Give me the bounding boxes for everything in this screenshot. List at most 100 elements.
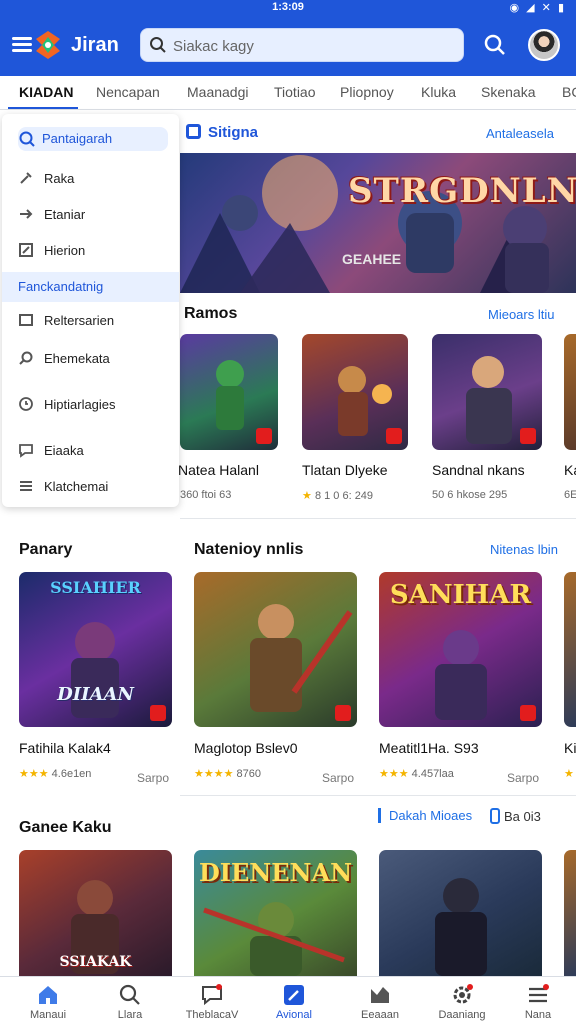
drawer-item-label: Fanckandatnig	[18, 279, 104, 294]
ramos-game-name-1[interactable]: Tlatan Dlyeke	[302, 462, 388, 478]
nav-item-menu[interactable]: Nana	[502, 983, 574, 1021]
game-badge-icon	[520, 428, 536, 444]
tab-7[interactable]: BC	[562, 84, 576, 100]
section-divider	[180, 518, 576, 519]
tab-4[interactable]: Pliopnoy	[340, 84, 394, 100]
ganee-game-card-3[interactable]	[564, 850, 576, 976]
ramos-game-name-3[interactable]: Ka	[564, 462, 576, 478]
rating-star-icon: ★★★	[19, 768, 49, 780]
panary-game-name-0[interactable]: Fatihila Kalak4	[19, 740, 111, 756]
panary-game-label-0: Sarpo	[137, 771, 170, 785]
panary-game-label-1: Sarpo	[322, 771, 355, 785]
message-icon	[19, 444, 33, 458]
category-tabs: KIADAN Nencapan Maanadgi Tiotiao Pliopno…	[0, 76, 576, 110]
nav-label: Manaui	[29, 1009, 67, 1021]
ramos-game-meta-0: 360 ftoi 63	[180, 489, 232, 501]
toggle-icon	[490, 808, 500, 824]
drawer-item-7[interactable]: Eiaaka	[2, 436, 179, 466]
drawer-item-8[interactable]: Klatchemai	[2, 472, 179, 502]
user-avatar[interactable]	[528, 29, 560, 61]
tab-0[interactable]: KIADAN	[19, 84, 73, 100]
panary-see-all-link[interactable]: Nitenas lbin	[490, 542, 558, 557]
panary-game-name-2[interactable]: Meatitl1Ha. S93	[379, 740, 479, 756]
game-badge-icon	[256, 428, 272, 444]
drawer-item-2[interactable]: Hierion	[2, 236, 179, 266]
clock-icon	[19, 397, 33, 411]
search-icon	[119, 984, 140, 1005]
ganee-game-card-2[interactable]	[379, 850, 542, 976]
panary-game-name-3[interactable]: Ki	[564, 740, 576, 756]
nav-item-edit[interactable]: Avional	[258, 983, 330, 1021]
tab-6[interactable]: Skenaka	[481, 84, 535, 100]
drawer-item-label: Ehemekata	[44, 351, 110, 366]
drawer-item-label: Klatchemai	[44, 479, 109, 494]
drawer-item-0[interactable]: Raka	[2, 164, 179, 194]
featured-icon	[186, 124, 201, 139]
panary-game-name-1[interactable]: Maglotop Bslev0	[194, 740, 298, 756]
hamburger-menu-icon[interactable]	[12, 37, 32, 53]
ramos-game-name-0[interactable]: Natea Halanl	[178, 462, 259, 478]
drawer-item-5[interactable]: Ehemekata	[2, 344, 179, 374]
ramos-game-meta-3: 6E	[564, 489, 576, 501]
search-bar[interactable]	[140, 28, 464, 62]
ramos-game-card-0[interactable]	[180, 334, 278, 450]
app-header: Jiran	[0, 16, 576, 76]
side-drawer: Pantaigarah Raka Etaniar Hierion Fanckan…	[2, 114, 179, 507]
game-art-icon	[250, 604, 353, 712]
search-input[interactable]	[173, 35, 453, 57]
tab-2[interactable]: Maanadgi	[187, 84, 249, 100]
ramos-see-all-link[interactable]: Mieoars ltiu	[488, 307, 554, 322]
ramos-game-meta-1-text: 8 1 0 6: 249	[314, 490, 374, 502]
drawer-item-1[interactable]: Etaniar	[2, 200, 179, 230]
game-art-icon	[435, 878, 487, 976]
tool-icon	[20, 172, 32, 184]
home-icon	[39, 986, 57, 1004]
drawer-item-label: Raka	[44, 171, 75, 186]
ramos-game-card-2[interactable]	[432, 334, 542, 450]
drawer-item-3[interactable]: Fanckandatnig	[2, 272, 179, 302]
ganee-filter[interactable]: Dakah Mioaes	[378, 808, 472, 823]
tab-3[interactable]: Tiotiao	[274, 84, 316, 100]
panary-game-card-1[interactable]	[194, 572, 357, 727]
status-time: 1:3:09	[272, 1, 304, 13]
panary-game-card-0[interactable]: SSIAHIER DIIAAN	[19, 572, 172, 727]
ramos-game-name-2[interactable]: Sandnal nkans	[432, 462, 525, 478]
nav-item-home[interactable]: Manaui	[12, 983, 84, 1021]
rating-star-icon: ★	[302, 490, 312, 502]
featured-banner[interactable]: STRGDNLNEN GEAHEE	[180, 153, 576, 293]
tab-1[interactable]: Nencapan	[96, 84, 160, 100]
ramos-game-meta-2: 50 6 hkose 295	[432, 489, 508, 501]
tab-5[interactable]: Kluka	[421, 84, 456, 100]
ramos-game-card-1[interactable]	[302, 334, 408, 450]
drawer-item-6[interactable]: Hiptiarlagies	[2, 390, 179, 420]
ramos-game-card-3[interactable]	[564, 334, 576, 450]
panary-game-card-3[interactable]	[564, 572, 576, 727]
game-art-title: SSIAHIER	[50, 578, 141, 597]
featured-see-all-link[interactable]: Antaleasela	[486, 126, 554, 141]
panary-game-card-2[interactable]: SANIHAR	[379, 572, 542, 727]
drawer-search[interactable]: Pantaigarah	[18, 127, 168, 151]
header-search-icon[interactable]	[483, 33, 507, 57]
nav-item-chat[interactable]: TheblacaV	[176, 983, 248, 1021]
nav-item-store[interactable]: Eeaaan	[344, 983, 416, 1021]
game-badge-icon	[386, 428, 402, 444]
edit-icon	[19, 243, 33, 257]
ganee-filter-toggle[interactable]: Ba 0i3	[490, 808, 541, 824]
game-art-title: SANIHAR	[389, 580, 532, 610]
nav-item-search[interactable]: Llara	[94, 983, 166, 1021]
game-badge-icon	[520, 705, 536, 721]
menu-icon	[529, 984, 549, 1003]
nav-item-settings[interactable]: Daaniang	[426, 983, 498, 1021]
ganee-game-card-1[interactable]: DIENENAN	[194, 850, 357, 976]
ganee-filter-toggle-label: Ba 0i3	[504, 809, 541, 824]
edit-icon	[284, 985, 304, 1005]
panary-game-rating-1: 8760	[236, 768, 261, 780]
game-art-title: DIENENAN	[198, 858, 353, 887]
banner-title: STRGDNLNEN	[348, 171, 576, 211]
panary-game-meta-2: ★★★ 4.457laa	[379, 767, 454, 780]
drawer-item-label: Hiptiarlagies	[44, 397, 116, 412]
active-tab-indicator	[8, 107, 78, 109]
ganee-game-card-0[interactable]: SSIAKAK	[19, 850, 172, 976]
panary-game-rating-0: 4.6e1en	[51, 768, 92, 780]
drawer-item-4[interactable]: Reltersarien	[2, 306, 179, 336]
